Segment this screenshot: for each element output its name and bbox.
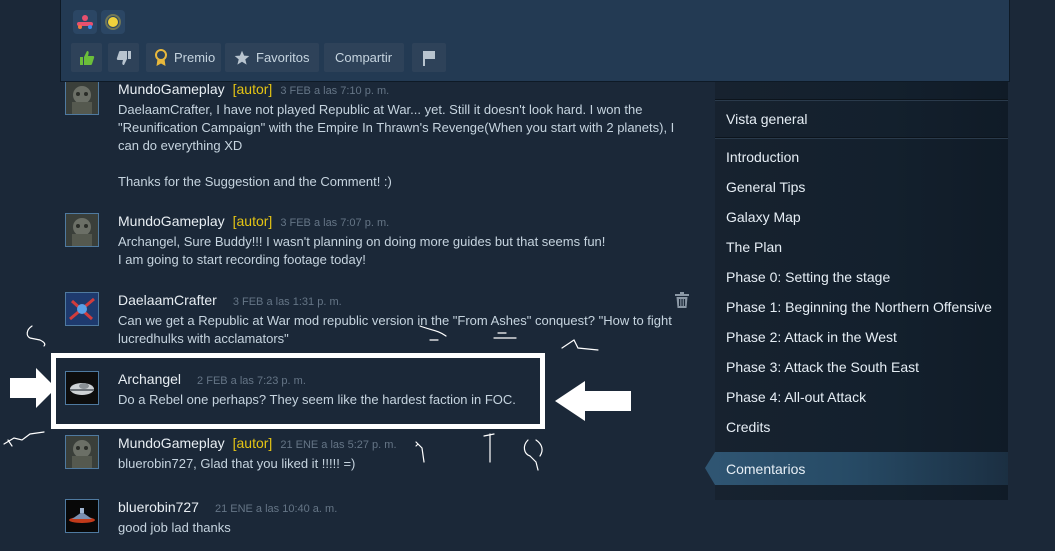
annotation-arrow-right <box>10 368 56 408</box>
annotation-overlay <box>3 325 631 471</box>
annotation-arrow-left <box>555 381 631 421</box>
annotation-scribbles <box>3 325 599 471</box>
